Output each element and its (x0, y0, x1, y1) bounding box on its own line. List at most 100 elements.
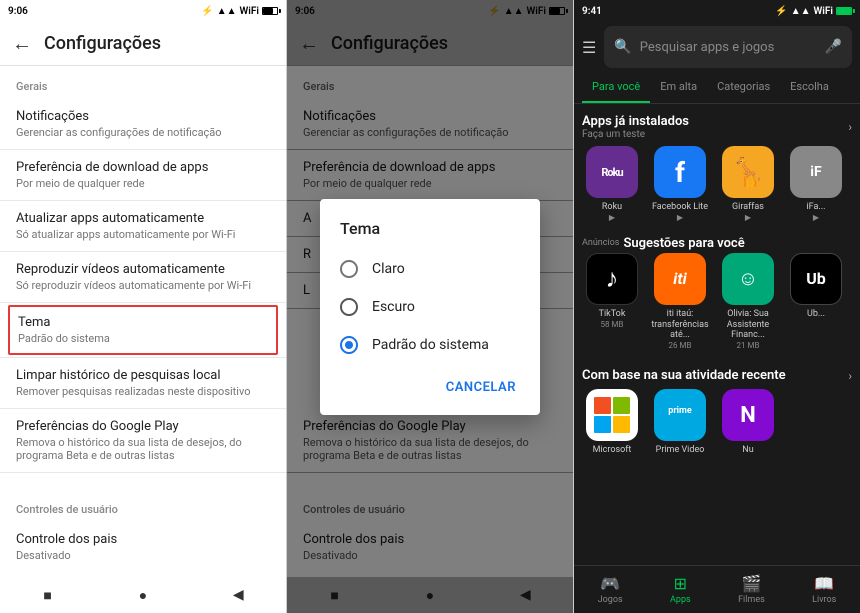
tab-escolha[interactable]: Escolha (780, 72, 839, 103)
livros-icon: 📖 (814, 574, 834, 593)
app-icon-olivia: ☺ (722, 253, 774, 305)
app-size-iti: 26 MB (669, 341, 692, 350)
hamburger-icon[interactable]: ☰ (582, 38, 596, 57)
tab-categorias[interactable]: Categorias (707, 72, 780, 103)
cancel-button[interactable]: CANCELAR (434, 372, 528, 403)
app-name-iti: iti itaú: transferências até... (650, 309, 710, 341)
app-card-fb[interactable]: f Facebook Lite ▶ (650, 146, 710, 222)
app-card-giraffas[interactable]: 🦒 Giraffas ▶ (718, 146, 778, 222)
app-dl-roku: ▶ (609, 213, 615, 222)
tab-em-alta[interactable]: Em alta (650, 72, 707, 103)
recent-row: Microsoft prime video Prime Video N Nu (582, 389, 852, 464)
top-bar-1: ← Configurações (0, 22, 286, 66)
app-name-ifa: iFa... (806, 202, 825, 213)
status-icons-3: ⚡ ▲▲ WiFi (775, 6, 852, 17)
app-card-iti[interactable]: iti iti itaú: transferências até... 26 M… (650, 253, 710, 350)
store-tabs: Para você Em alta Categorias Escolha (574, 72, 860, 104)
app-card-ifa[interactable]: iF iFa... ▶ (786, 146, 846, 222)
settings-item-tema-1[interactable]: Tema Padrão do sistema (8, 305, 278, 355)
radio-claro[interactable] (340, 260, 358, 278)
jogos-label: Jogos (598, 595, 623, 605)
wifi-icon: WiFi (240, 6, 259, 17)
radio-padrao[interactable] (340, 336, 358, 354)
section-header-controls-1: Controles de usuário (0, 489, 286, 522)
settings-list-1: Gerais Notificações Gerenciar as configu… (0, 66, 286, 577)
tab-para-voce[interactable]: Para você (582, 72, 650, 103)
nav-circle-1[interactable]: ● (133, 585, 153, 605)
app-card-prime[interactable]: prime video Prime Video (650, 389, 710, 456)
modal-option-escuro[interactable]: Escuro (320, 288, 540, 326)
nav-back-1[interactable]: ◀ (228, 585, 248, 605)
search-bar[interactable]: 🔍 Pesquisar apps e jogos 🎤 (604, 26, 852, 68)
modal-overlay[interactable]: Tema Claro Escuro Padrão do sistema (287, 0, 573, 613)
suggestions-title: Sugestões para você (623, 236, 744, 251)
installed-apps-arrow[interactable]: › (848, 120, 852, 134)
settings-item-history-1[interactable]: Limpar histórico de pesquisas local Remo… (0, 358, 286, 408)
app-card-nu[interactable]: N Nu (718, 389, 778, 456)
filmes-label: Filmes (738, 595, 765, 605)
app-card-olivia[interactable]: ☺ Olivia: Sua Assistente Financ... 21 MB (718, 253, 778, 350)
suggestions-row: ♪ TikTok 58 MB iti iti itaú: transferênc… (582, 253, 852, 358)
nav-item-livros[interactable]: 📖 Livros (812, 574, 836, 605)
search-placeholder: Pesquisar apps e jogos (640, 40, 817, 55)
app-name-olivia: Olivia: Sua Assistente Financ... (718, 309, 778, 341)
app-name-tiktok: TikTok (599, 309, 626, 320)
panel-1: 9:06 ⚡ ▲▲ WiFi ← Configurações Gerais No… (0, 0, 286, 613)
recent-arrow[interactable]: › (848, 369, 852, 383)
settings-item-parental-1[interactable]: Controle dos pais Desativado (0, 522, 286, 572)
status-bar-1: 9:06 ⚡ ▲▲ WiFi (0, 0, 286, 22)
settings-item-prefs-1[interactable]: Preferências do Google Play Remova o his… (0, 409, 286, 472)
ads-row: Anúncios Sugestões para você (582, 230, 852, 253)
ads-label: Anúncios (582, 238, 619, 248)
radio-escuro[interactable] (340, 298, 358, 316)
nav-item-apps[interactable]: ⊞ Apps (670, 574, 691, 605)
app-card-uber[interactable]: Ub Ub... (786, 253, 846, 350)
wifi-icon-3: WiFi (814, 6, 833, 17)
mic-icon[interactable]: 🎤 (825, 39, 842, 55)
section-header-gerais-1: Gerais (0, 66, 286, 99)
app-card-ms[interactable]: Microsoft (582, 389, 642, 456)
store-bottom-nav: 🎮 Jogos ⊞ Apps 🎬 Filmes 📖 Livros (574, 565, 860, 613)
app-icon-ifa: iF (790, 146, 842, 198)
option-label-padrao: Padrão do sistema (372, 337, 489, 353)
signal-icon-3: ▲▲ (791, 6, 811, 17)
panel-2: 9:06 ⚡ ▲▲ WiFi ← Configurações Gerais No… (287, 0, 573, 613)
app-name-roku: Roku (602, 202, 622, 213)
app-icon-fb: f (654, 146, 706, 198)
app-icon-roku: Roku (586, 146, 638, 198)
settings-item-download-1[interactable]: Preferência de download de apps Por meio… (0, 150, 286, 200)
settings-item-autovideo-1[interactable]: Reproduzir vídeos automaticamente Só rep… (0, 252, 286, 302)
app-card-roku[interactable]: Roku Roku ▶ (582, 146, 642, 222)
app-name-prime: Prime Video (656, 445, 705, 456)
filmes-icon: 🎬 (741, 574, 761, 593)
nav-item-filmes[interactable]: 🎬 Filmes (738, 574, 765, 605)
settings-item-notifications-1[interactable]: Notificações Gerenciar as configurações … (0, 99, 286, 149)
panel-2-content: 9:06 ⚡ ▲▲ WiFi ← Configurações Gerais No… (287, 0, 573, 613)
panel-3: 9:41 ⚡ ▲▲ WiFi ☰ 🔍 Pesquisar apps e jogo… (574, 0, 860, 613)
app-name-giraffas: Giraffas (732, 202, 764, 213)
battery-icon (262, 7, 278, 15)
apps-icon: ⊞ (674, 574, 687, 593)
app-dl-giraffas: ▶ (745, 213, 751, 222)
time-1: 9:06 (8, 6, 28, 17)
app-name-uber: Ub... (807, 309, 825, 320)
status-icons-1: ⚡ ▲▲ WiFi (201, 6, 278, 17)
store-content: Apps já instalados Faça um teste › Roku … (574, 104, 860, 565)
page-title-1: Configurações (44, 33, 161, 54)
app-icon-ms (586, 389, 638, 441)
modal-option-padrao[interactable]: Padrão do sistema (320, 326, 540, 364)
nav-square-1[interactable]: ■ (38, 585, 58, 605)
livros-label: Livros (812, 595, 836, 605)
app-size-olivia: 21 MB (737, 341, 760, 350)
settings-item-autoupdate-1[interactable]: Atualizar apps automaticamente Só atuali… (0, 201, 286, 251)
modal-option-claro[interactable]: Claro (320, 250, 540, 288)
app-dl-ifa: ▶ (813, 213, 819, 222)
jogos-icon: 🎮 (600, 574, 620, 593)
recent-title: Com base na sua atividade recente (582, 368, 786, 383)
app-card-tiktok[interactable]: ♪ TikTok 58 MB (582, 253, 642, 350)
modal-actions: CANCELAR (320, 364, 540, 407)
search-icon: 🔍 (614, 39, 631, 55)
nav-item-jogos[interactable]: 🎮 Jogos (598, 574, 623, 605)
back-button-1[interactable]: ← (12, 31, 32, 56)
app-icon-prime: prime video (654, 389, 706, 441)
